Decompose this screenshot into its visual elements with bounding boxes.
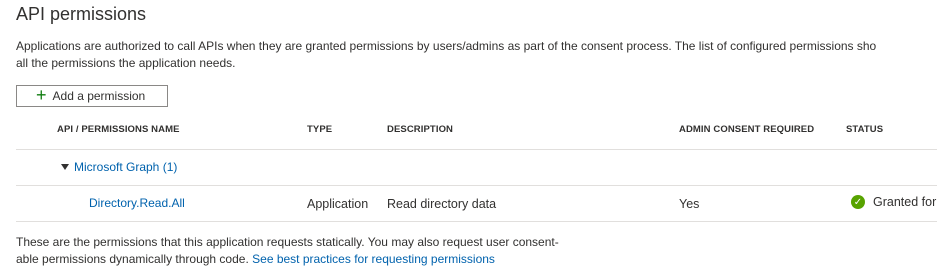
group-label: Microsoft Graph (1) bbox=[74, 160, 178, 174]
row-divider bbox=[16, 221, 937, 222]
add-permission-label: Add a permission bbox=[52, 89, 146, 103]
footer-line-2: able permissions dynamically through cod… bbox=[16, 251, 559, 268]
column-header-admin-consent: ADMIN CONSENT REQUIRED bbox=[679, 124, 815, 135]
permission-link-directory-read-all[interactable]: Directory.Read.All bbox=[89, 196, 185, 210]
group-row-microsoft-graph[interactable]: Microsoft Graph (1) bbox=[61, 160, 177, 174]
permission-description: Read directory data bbox=[387, 197, 497, 211]
column-header-description: DESCRIPTION bbox=[387, 124, 454, 135]
column-header-type: TYPE bbox=[307, 124, 333, 135]
page-title: API permissions bbox=[16, 4, 147, 24]
header-divider bbox=[16, 149, 937, 150]
best-practices-link[interactable]: See best practices for requesting permis… bbox=[252, 252, 495, 266]
add-permission-button[interactable]: + Add a permission bbox=[16, 85, 168, 107]
caret-down-icon bbox=[61, 164, 69, 170]
column-header-status: STATUS bbox=[846, 124, 884, 135]
plus-icon: + bbox=[36, 85, 47, 105]
status-badge: ✓ Granted for bbox=[851, 195, 936, 209]
column-header-name: API / PERMISSIONS NAME bbox=[57, 124, 180, 135]
group-divider bbox=[16, 185, 937, 186]
admin-consent-value: Yes bbox=[679, 197, 700, 211]
status-text: Granted for bbox=[873, 195, 937, 209]
intro-line-2: all the permissions the application need… bbox=[16, 56, 236, 70]
footer-line-2-text: able permissions dynamically through cod… bbox=[16, 252, 249, 266]
footer-line-1: These are the permissions that this appl… bbox=[16, 235, 559, 249]
check-circle-icon: ✓ bbox=[851, 195, 865, 209]
footer-text: These are the permissions that this appl… bbox=[16, 234, 559, 268]
intro-line-1: Applications are authorized to call APIs… bbox=[16, 39, 877, 53]
permission-type: Application bbox=[307, 197, 369, 211]
intro-text: Applications are authorized to call APIs… bbox=[16, 38, 937, 72]
